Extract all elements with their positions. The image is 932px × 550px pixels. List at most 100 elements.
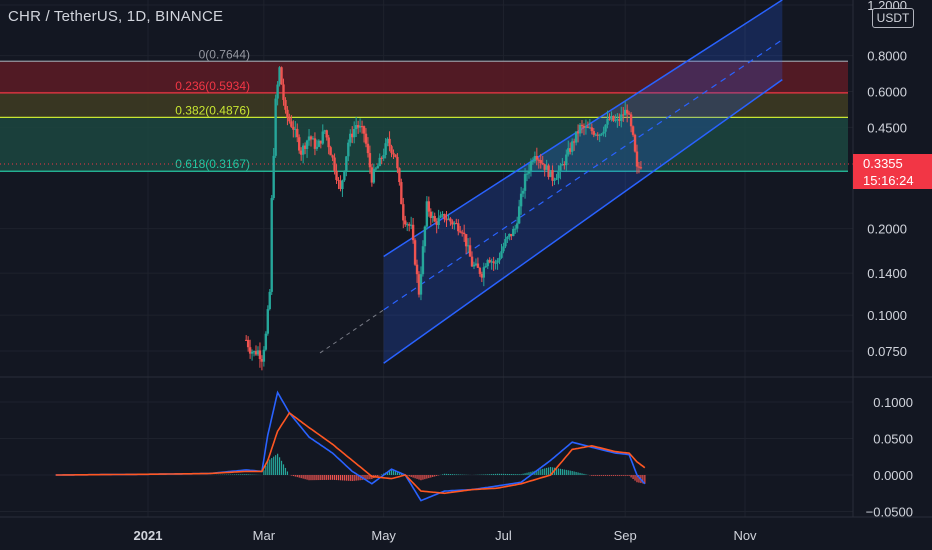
candle-body <box>449 218 452 222</box>
candle-body <box>517 206 521 224</box>
macd-tick-label: 0.0500 <box>873 432 913 447</box>
candle-body <box>423 226 427 247</box>
candle-body <box>443 214 446 220</box>
candle-body <box>364 133 368 144</box>
candle-body <box>592 131 595 135</box>
candle-body <box>484 266 487 268</box>
time-tick-label: Jul <box>495 528 512 543</box>
candle-body <box>457 223 460 232</box>
candle-body <box>327 137 330 148</box>
candle-body <box>331 155 334 158</box>
candle-body <box>394 154 397 157</box>
candle <box>425 196 429 230</box>
candle-body <box>343 170 346 181</box>
time-tick-label: 2021 <box>134 528 163 543</box>
candle-body <box>427 201 431 212</box>
last-price-label: 0.3355 <box>853 154 932 173</box>
candle-body <box>274 98 277 156</box>
candle-body <box>519 193 523 207</box>
candle-body <box>629 114 633 127</box>
candle-body <box>276 84 279 99</box>
candle <box>274 94 277 158</box>
candle-body <box>492 261 495 263</box>
candle-body <box>555 178 558 180</box>
candle-body <box>411 224 415 241</box>
candle-body <box>378 157 381 167</box>
chart-title: CHR / TetherUS, 1D, BINANCE <box>8 8 224 25</box>
candle-body <box>246 339 250 348</box>
candle-body <box>382 154 385 159</box>
candle-body <box>472 264 476 267</box>
candle-body <box>396 156 399 169</box>
candle-body <box>494 262 497 264</box>
price-tick-label: 0.1000 <box>867 308 907 323</box>
candle-body <box>527 170 531 174</box>
candle-body <box>415 264 419 275</box>
candle-body <box>413 240 417 265</box>
candle <box>329 145 332 156</box>
macd-lines <box>55 390 646 502</box>
candle-body <box>496 260 499 263</box>
candle-body <box>514 228 517 230</box>
candle-body <box>541 163 544 165</box>
parallel-channel[interactable] <box>319 0 783 364</box>
candle-body <box>329 147 332 156</box>
time-tick-label: Sep <box>614 528 637 543</box>
candle-body <box>506 236 509 239</box>
candle-body <box>439 215 442 218</box>
price-tick-label: 0.6000 <box>867 85 907 100</box>
candle-body <box>515 223 519 229</box>
candle-body <box>476 263 480 268</box>
candle-body <box>500 251 503 258</box>
candle-body <box>335 170 338 180</box>
candle-body <box>468 245 472 257</box>
price-tick-label: 0.4500 <box>867 120 907 135</box>
candle-body <box>400 182 403 205</box>
candle-body <box>372 169 376 183</box>
candle-body <box>402 204 405 221</box>
candle-body <box>462 232 466 235</box>
candle-body <box>578 124 582 134</box>
candle-body <box>504 238 507 247</box>
candle-body <box>368 153 372 168</box>
macd-tick-label: 0.0000 <box>873 468 913 483</box>
candle-body <box>535 155 539 160</box>
candle-body <box>398 168 401 183</box>
candle-body <box>531 161 535 163</box>
macd-tick-label: −0.0500 <box>866 505 913 520</box>
time-tick-label: May <box>371 528 396 543</box>
candle-body <box>525 173 529 175</box>
candle-body <box>272 155 275 199</box>
candle-body <box>288 117 291 122</box>
candle-body <box>296 128 299 138</box>
candle-body <box>250 351 254 354</box>
candle-body <box>347 142 350 157</box>
price-tick-label: 0.1400 <box>867 266 907 281</box>
fib-band <box>0 117 848 172</box>
macd-tick-label: 0.1000 <box>873 395 913 410</box>
candle-body <box>421 246 425 275</box>
candle <box>407 222 411 232</box>
candle-body <box>384 143 387 155</box>
candle <box>343 170 346 182</box>
candle <box>264 331 268 352</box>
candle-body <box>376 166 379 169</box>
price-chart-canvas[interactable]: 0(0.7644)0.236(0.5934)0.382(0.4876)0.618… <box>0 0 932 550</box>
candle-body <box>305 140 309 149</box>
candle-body <box>298 137 301 151</box>
candle-body <box>392 152 395 155</box>
candle-body <box>602 131 605 134</box>
currency-badge[interactable]: USDT <box>872 8 914 28</box>
price-tick-label: 0.0750 <box>867 344 907 359</box>
candle-body <box>639 167 643 169</box>
candle-body <box>482 267 486 278</box>
candle-body <box>325 130 328 138</box>
price-tick-label: 0.8000 <box>867 49 907 64</box>
candle-body <box>539 160 542 164</box>
candle-body <box>264 333 268 350</box>
candle-body <box>286 109 289 118</box>
candle-body <box>341 180 344 190</box>
candle-body <box>627 113 631 115</box>
candle-body <box>437 217 440 225</box>
candle-body <box>512 229 515 237</box>
